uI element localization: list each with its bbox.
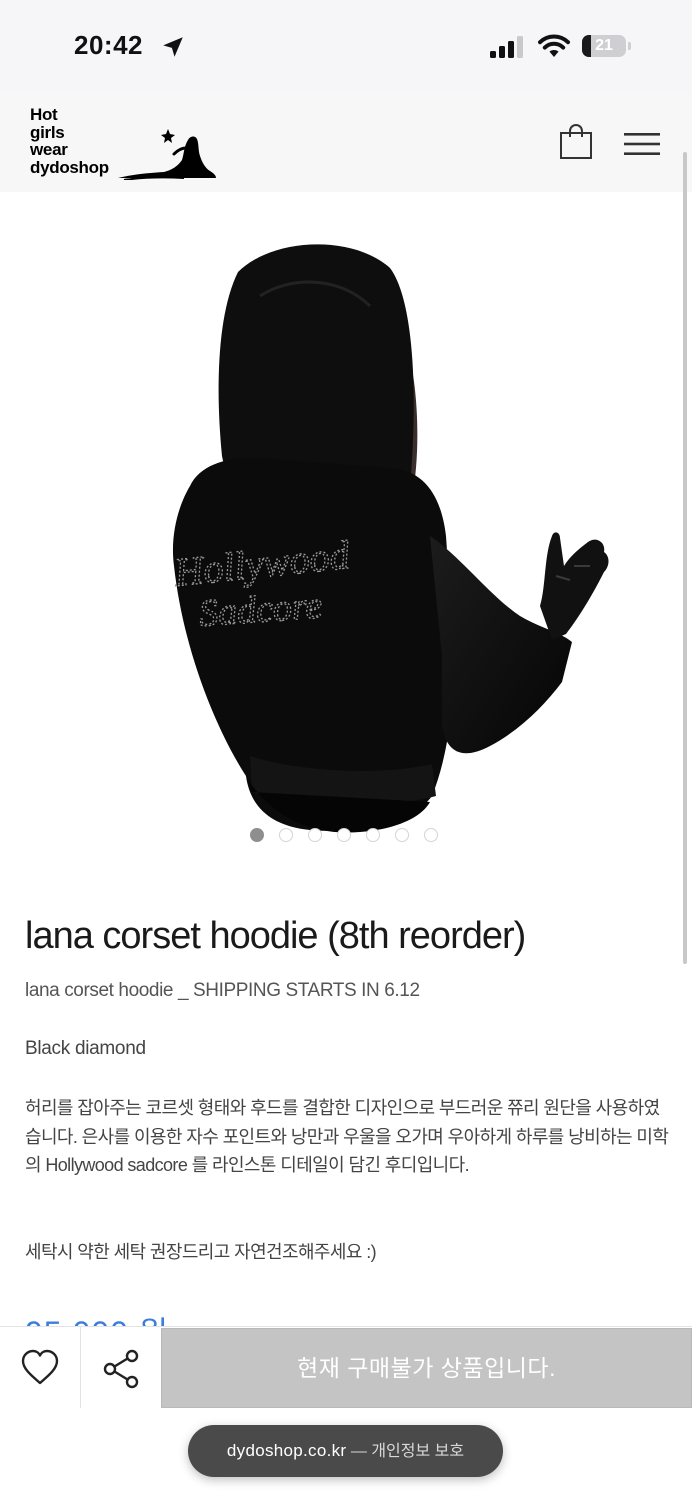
page-scrollbar[interactable] xyxy=(683,152,687,964)
share-button[interactable] xyxy=(81,1327,161,1409)
battery-level: 21 xyxy=(595,37,613,54)
cellular-signal-icon xyxy=(490,36,523,58)
location-arrow-icon xyxy=(163,37,183,57)
print-text-line2: Sadcore xyxy=(198,584,324,634)
site-logo[interactable]: Hot girls wear dydoshop xyxy=(30,106,230,186)
url-domain: dydoshop.co.kr xyxy=(226,1441,347,1460)
wishlist-button[interactable] xyxy=(0,1327,81,1409)
image-pagination xyxy=(250,828,453,846)
logo-silhouette-icon xyxy=(118,129,216,180)
pagination-dot[interactable] xyxy=(279,828,293,842)
pagination-dot[interactable] xyxy=(337,828,351,842)
logo-line: girls xyxy=(30,122,65,142)
buy-button[interactable]: 현재 구매불가 상품입니다. xyxy=(161,1328,692,1408)
pagination-dot[interactable] xyxy=(308,828,322,842)
pagination-dot[interactable] xyxy=(366,828,380,842)
wifi-icon xyxy=(538,34,570,57)
product-care-note: 세탁시 약한 세탁 권장드리고 자연건조해주세요 :) xyxy=(25,1242,377,1262)
heart-icon xyxy=(21,1349,59,1385)
share-icon xyxy=(103,1349,139,1389)
shopping-bag-icon[interactable] xyxy=(559,124,593,160)
logo-line: Hot xyxy=(30,105,58,124)
product-description: 허리를 잡아주는 코르셋 형태와 후드를 결합한 디자인으로 부드러운 쮸리 원… xyxy=(25,1098,669,1175)
logo-line: wear xyxy=(30,140,68,159)
browser-address-pill[interactable]: dydoshop.co.kr — 개인정보 보호 xyxy=(188,1425,503,1477)
url-separator: — xyxy=(350,1443,367,1460)
pagination-dot[interactable] xyxy=(395,828,409,842)
action-bar: 현재 구매불가 상품입니다. xyxy=(0,1326,692,1409)
pagination-dot[interactable] xyxy=(424,828,438,842)
product-title: lana corset hoodie (8th reorder) xyxy=(25,915,526,957)
logo-text: Hot girls wear dydoshop xyxy=(30,106,109,176)
product-image[interactable]: Hollywood Sadcore xyxy=(160,236,620,836)
status-time: 20:42 xyxy=(74,30,143,60)
pagination-dot[interactable] xyxy=(250,828,264,842)
battery-icon: 21 xyxy=(582,35,626,57)
product-color: Black diamond xyxy=(25,1038,146,1059)
hamburger-menu-icon[interactable] xyxy=(624,132,660,156)
logo-line: dydoshop xyxy=(30,157,109,177)
status-bar: 20:42 21 xyxy=(0,0,692,92)
product-subtitle: lana corset hoodie _ SHIPPING STARTS IN … xyxy=(25,980,420,1001)
battery-nub xyxy=(628,42,631,50)
privacy-label: 개인정보 보호 xyxy=(371,1443,465,1460)
